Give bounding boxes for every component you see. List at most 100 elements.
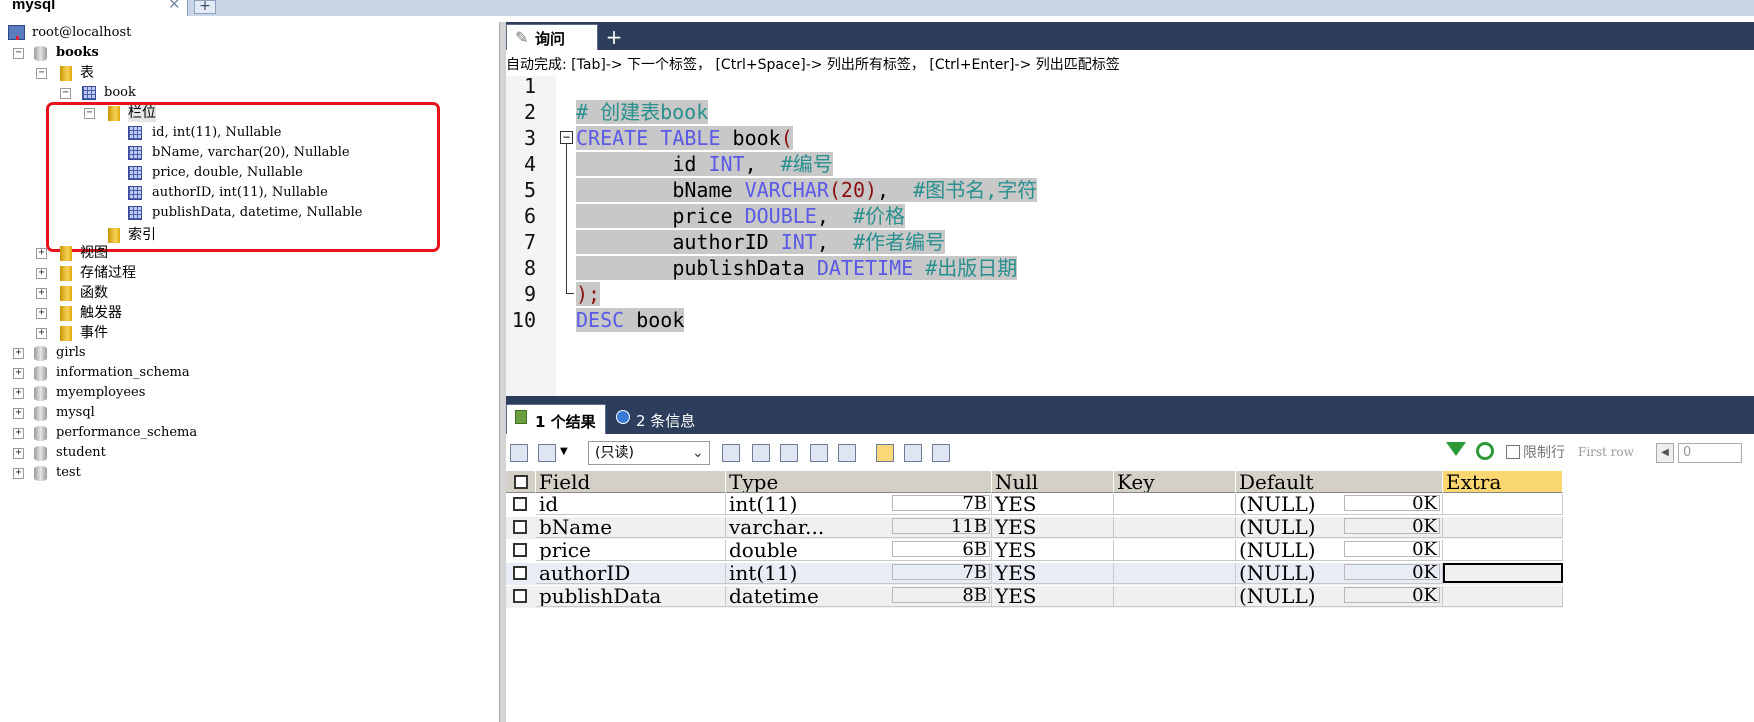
delete-icon[interactable] bbox=[810, 444, 828, 462]
grid-header-null[interactable]: Null bbox=[992, 471, 1114, 493]
cell-null[interactable]: YES bbox=[992, 494, 1114, 515]
expand-icon[interactable]: + bbox=[36, 268, 47, 279]
cell-extra[interactable] bbox=[1443, 586, 1563, 607]
cell-null[interactable]: YES bbox=[992, 563, 1114, 584]
cell-extra[interactable] bbox=[1443, 517, 1563, 538]
tree-item-views-folder[interactable]: 视图 bbox=[80, 244, 108, 262]
row-checkbox[interactable] bbox=[513, 566, 527, 580]
tree-item-table-book[interactable]: book bbox=[104, 84, 136, 102]
tree-item-root[interactable]: root@localhost bbox=[32, 24, 131, 42]
expand-icon[interactable]: + bbox=[36, 308, 47, 319]
code-line-8[interactable]: publishData DATETIME #出版日期 bbox=[576, 255, 1018, 281]
first-row-input[interactable]: 0 bbox=[1678, 443, 1742, 463]
tab-query[interactable]: ✎ 询问 bbox=[506, 24, 598, 50]
row-checkbox[interactable] bbox=[513, 497, 527, 511]
expand-icon[interactable]: + bbox=[13, 348, 24, 359]
cell-key[interactable] bbox=[1114, 563, 1236, 584]
tree-item-triggers-folder[interactable]: 触发器 bbox=[80, 304, 122, 322]
row-checkbox[interactable] bbox=[513, 589, 527, 603]
tab-info[interactable]: 2 条信息 bbox=[612, 404, 712, 434]
expand-icon[interactable]: + bbox=[13, 408, 24, 419]
cell-null[interactable]: YES bbox=[992, 517, 1114, 538]
expand-icon[interactable]: + bbox=[36, 288, 47, 299]
form-view-icon[interactable] bbox=[904, 444, 922, 462]
filter-icon[interactable] bbox=[1446, 442, 1466, 456]
grid-header-type[interactable]: Type bbox=[726, 471, 992, 493]
expand-icon[interactable]: + bbox=[13, 468, 24, 479]
grid-header-field[interactable]: Field bbox=[536, 471, 726, 493]
cell-extra-active[interactable] bbox=[1443, 563, 1563, 583]
tree-item-db[interactable]: performance_schema bbox=[56, 424, 197, 442]
cell-field[interactable]: publishData bbox=[536, 586, 726, 607]
cell-key[interactable] bbox=[1114, 540, 1236, 561]
cell-field[interactable]: price bbox=[536, 540, 726, 561]
new-connection-tab-button[interactable]: + bbox=[194, 0, 216, 14]
tree-item-db[interactable]: test bbox=[56, 464, 81, 482]
tree-item-index-folder[interactable]: 索引 bbox=[128, 226, 156, 244]
chevron-down-icon[interactable]: ⌄ bbox=[692, 441, 704, 465]
collapse-icon[interactable]: − bbox=[13, 48, 24, 59]
tree-item-events-folder[interactable]: 事件 bbox=[80, 324, 108, 342]
row-checkbox[interactable] bbox=[513, 543, 527, 557]
save-icon[interactable] bbox=[780, 444, 798, 462]
collapse-icon[interactable]: − bbox=[36, 68, 47, 79]
close-icon[interactable]: ✕ bbox=[168, 0, 181, 13]
tree-item-db-books[interactable]: books bbox=[56, 44, 99, 62]
expand-icon[interactable]: + bbox=[36, 248, 47, 259]
fold-collapse-icon[interactable]: − bbox=[560, 131, 573, 144]
cell-field[interactable]: id bbox=[536, 494, 726, 515]
code-line-2[interactable]: # 创建表book bbox=[576, 99, 709, 125]
cell-field[interactable]: authorID bbox=[536, 563, 726, 584]
code-line-10[interactable]: DESC book bbox=[576, 307, 685, 333]
limit-rows-checkbox[interactable] bbox=[1506, 445, 1520, 459]
cell-key[interactable] bbox=[1114, 494, 1236, 515]
cell-null[interactable]: YES bbox=[992, 540, 1114, 561]
tree-item-db[interactable]: girls bbox=[56, 344, 86, 362]
add-row-icon[interactable] bbox=[722, 444, 740, 462]
tree-item-db[interactable]: myemployees bbox=[56, 384, 145, 402]
grid-header-default[interactable]: Default bbox=[1236, 471, 1443, 493]
code-line-7[interactable]: authorID INT, #作者编号 bbox=[576, 229, 945, 255]
new-query-tab-button[interactable]: + bbox=[604, 27, 624, 48]
tree-item-db[interactable]: information_schema bbox=[56, 364, 190, 382]
cell-key[interactable] bbox=[1114, 586, 1236, 607]
cell-extra[interactable] bbox=[1443, 540, 1563, 561]
tree-item-db[interactable]: mysql bbox=[56, 404, 95, 422]
cell-key[interactable] bbox=[1114, 517, 1236, 538]
code-line-4[interactable]: id INT, #编号 bbox=[576, 151, 833, 177]
chevron-down-icon[interactable]: ▼ bbox=[560, 446, 568, 457]
row-checkbox[interactable] bbox=[513, 520, 527, 534]
duplicate-row-icon[interactable] bbox=[752, 444, 770, 462]
refresh-icon[interactable] bbox=[1476, 442, 1494, 460]
text-view-icon[interactable] bbox=[932, 444, 950, 462]
expand-icon[interactable]: + bbox=[13, 448, 24, 459]
cell-extra[interactable] bbox=[1443, 494, 1563, 515]
code-line-9[interactable]: ); bbox=[576, 281, 601, 307]
code-line-5[interactable]: bName VARCHAR(20), #图书名,字符 bbox=[576, 177, 1038, 203]
tree-item-functions-folder[interactable]: 函数 bbox=[80, 284, 108, 302]
connection-tab-strip bbox=[0, 0, 1754, 16]
tree-item-tables-folder[interactable]: 表 bbox=[80, 64, 94, 82]
tab-result[interactable]: 1 个结果 bbox=[506, 404, 606, 434]
expand-icon[interactable]: + bbox=[13, 388, 24, 399]
expand-icon[interactable]: + bbox=[13, 368, 24, 379]
collapse-icon[interactable]: − bbox=[60, 88, 71, 99]
tree-item-db[interactable]: student bbox=[56, 444, 106, 462]
cell-field[interactable]: bName bbox=[536, 517, 726, 538]
connection-tab-mysql[interactable]: mysql ✕ bbox=[0, 0, 188, 16]
previous-page-button[interactable]: ◀ bbox=[1656, 443, 1674, 463]
code-line-3[interactable]: CREATE TABLE book( bbox=[576, 125, 793, 151]
cell-null[interactable]: YES bbox=[992, 586, 1114, 607]
tree-item-procedures-folder[interactable]: 存储过程 bbox=[80, 264, 136, 282]
grid-header-select[interactable] bbox=[506, 471, 536, 493]
select-all-checkbox[interactable] bbox=[514, 475, 528, 489]
expand-icon[interactable]: + bbox=[36, 328, 47, 339]
cancel-icon[interactable] bbox=[838, 444, 856, 462]
code-line-6[interactable]: price DOUBLE, #价格 bbox=[576, 203, 905, 229]
grid-header-key[interactable]: Key bbox=[1114, 471, 1236, 493]
grid-view-icon[interactable] bbox=[876, 444, 894, 462]
expand-icon[interactable]: + bbox=[13, 428, 24, 439]
import-icon[interactable] bbox=[538, 444, 556, 462]
grid-header-extra[interactable]: Extra bbox=[1443, 471, 1563, 493]
export-icon[interactable] bbox=[510, 444, 528, 462]
